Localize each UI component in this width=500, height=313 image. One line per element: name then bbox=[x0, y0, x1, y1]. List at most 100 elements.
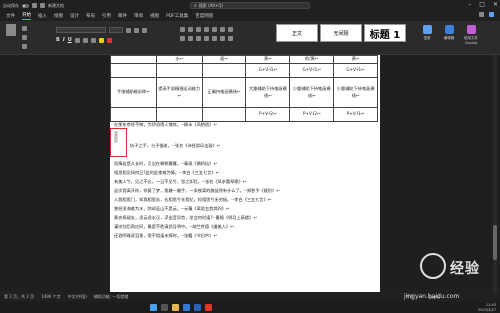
editor-label: 编辑器 bbox=[443, 36, 455, 40]
autosave-toggle[interactable] bbox=[22, 3, 29, 8]
tab-layout[interactable]: 布局 bbox=[86, 13, 95, 19]
strikethrough-icon[interactable] bbox=[74, 37, 80, 43]
paragraph[interactable]: 执子之手，与子偕老。--张名《诗经邶风击鼓》↩ bbox=[130, 143, 220, 149]
highlight-icon[interactable] bbox=[98, 37, 104, 43]
increase-indent-icon[interactable] bbox=[212, 27, 217, 32]
clipboard-group bbox=[6, 24, 16, 36]
change-case-icon[interactable] bbox=[142, 27, 147, 33]
shrink-font-icon[interactable] bbox=[134, 27, 139, 33]
document-page[interactable]: 水↩ 面↩ 黄↩ 的/黄↩ 黄↩ G+V-I1↩ G+V-I1↩ G+V-I1↩… bbox=[110, 55, 380, 292]
watermark-url: jingyan.baidu.com bbox=[404, 293, 460, 300]
accessibility-status[interactable]: 辅助功能: 一切就绪 bbox=[94, 294, 129, 300]
style-no-spacing[interactable]: 无间隔 bbox=[320, 24, 362, 42]
dictate-button[interactable]: 语音 bbox=[420, 25, 434, 45]
file-explorer-icon[interactable] bbox=[172, 304, 179, 311]
align-center-icon[interactable] bbox=[188, 36, 193, 41]
shading-icon[interactable] bbox=[220, 36, 225, 41]
tab-view[interactable]: 视图 bbox=[150, 13, 159, 19]
tab-baidu-netdisk[interactable]: 百度网盘 bbox=[195, 13, 213, 19]
align-left-icon[interactable] bbox=[180, 36, 185, 41]
highlighted-textbox[interactable]: 张苗析 bbox=[110, 128, 127, 157]
format-painter-icon[interactable] bbox=[22, 44, 27, 49]
search-box[interactable]: ⌕ 搜索 (Alt+Q) bbox=[190, 2, 310, 9]
paragraph[interactable]: 凄凉别后两应同，最是不胜清怨月明中。--纳兰性德《虞美人》↩ bbox=[114, 224, 234, 230]
bullets-icon[interactable] bbox=[180, 27, 185, 32]
tab-home[interactable]: 开始 bbox=[22, 12, 31, 20]
paragraph[interactable]: 这次我离开你，你莫了梦，我撇一撇手，一条夜离的路徒然有什么了。--郑愁予《赋别》… bbox=[114, 188, 280, 194]
font-size-select[interactable] bbox=[109, 27, 123, 33]
justify-icon[interactable] bbox=[204, 36, 209, 41]
tab-pdf-tools[interactable]: PDF工具集 bbox=[166, 13, 188, 19]
subscript-icon[interactable] bbox=[82, 37, 88, 43]
style-normal[interactable]: 正文 bbox=[276, 24, 318, 42]
style-heading-1[interactable]: 标题 1 bbox=[364, 24, 406, 42]
page-count[interactable]: 第 2 页，共 2 页 bbox=[4, 294, 34, 300]
sort-icon[interactable] bbox=[220, 27, 225, 32]
paragraph[interactable]: 有美人兮，见之不忘，一日不见兮，思之如狂。--张名《凤求凰琴歌》↩ bbox=[114, 179, 246, 185]
word-count[interactable]: 1496 个字 bbox=[41, 294, 60, 300]
share-icon[interactable] bbox=[489, 12, 494, 17]
editor-icon bbox=[444, 25, 454, 34]
underline-icon[interactable]: U bbox=[68, 37, 72, 43]
numbering-icon[interactable] bbox=[188, 27, 193, 32]
multilevel-list-icon[interactable] bbox=[196, 27, 201, 32]
borders-icon[interactable] bbox=[228, 36, 233, 41]
minimize-button[interactable]: – bbox=[468, 1, 471, 8]
vertical-scrollbar[interactable] bbox=[493, 55, 497, 292]
align-right-icon[interactable] bbox=[196, 36, 201, 41]
edge-icon[interactable] bbox=[183, 304, 190, 311]
undo-icon[interactable] bbox=[40, 3, 45, 8]
show-marks-icon[interactable] bbox=[228, 27, 233, 32]
maximize-button[interactable]: □ bbox=[479, 1, 485, 8]
tab-insert[interactable]: 插入 bbox=[38, 13, 47, 19]
paragraph[interactable]: 还君明珠双泪垂，恨不相逢未嫁时。--张籍《节妇吟》↩ bbox=[114, 233, 217, 239]
tab-mailings[interactable]: 邮件 bbox=[118, 13, 127, 19]
copilot-label: 使用文件 Copilot bbox=[464, 36, 478, 45]
paragraph[interactable]: 曾经沧海难为水，除却巫山不是云。--元稹《离思五首其四》↩ bbox=[114, 206, 229, 212]
comment-icon[interactable] bbox=[479, 12, 484, 17]
save-icon[interactable] bbox=[32, 3, 37, 8]
copilot-button[interactable]: 使用文件 Copilot bbox=[464, 25, 478, 45]
app-icon[interactable] bbox=[205, 304, 212, 311]
paragraph[interactable]: 素衣捣裙去，凌云凌水汉，浮出音异势，坐会何时逢?--曹植《明月上高楼》↩ bbox=[114, 215, 257, 221]
taskbar bbox=[0, 302, 500, 313]
language[interactable]: 中文(中国) bbox=[68, 294, 87, 300]
superscript-icon[interactable] bbox=[90, 37, 96, 43]
scrollbar-thumb[interactable] bbox=[493, 225, 497, 260]
taskbar-search-icon[interactable] bbox=[161, 304, 168, 311]
tab-references[interactable]: 引用 bbox=[102, 13, 111, 19]
copy-icon[interactable] bbox=[22, 35, 27, 40]
editor-button[interactable]: 编辑器 bbox=[442, 25, 456, 45]
font-color-icon[interactable] bbox=[106, 37, 112, 43]
tab-design[interactable]: 设计 bbox=[70, 13, 79, 19]
table-row: G+V-I1↩ G+V-I1↩ G+V-I1↩ bbox=[110, 63, 378, 78]
paragraph[interactable]: 相思相见知何日?此时此夜难为情。--李白《三五七言》↩ bbox=[114, 170, 219, 176]
italic-icon[interactable]: I bbox=[63, 37, 65, 43]
paragraph-group bbox=[180, 27, 233, 45]
document-table: 水↩ 面↩ 黄↩ 的/黄↩ 黄↩ G+V-I1↩ G+V-I1↩ G+V-I1↩… bbox=[110, 55, 378, 122]
paragraph[interactable]: 在那东京终不悔，为伊消得人憔悴。--柳永《凤栖梧》↩ bbox=[114, 122, 217, 128]
paragraph[interactable]: 入我相思门，知我相思苦，长相思兮长相忆，短相思兮无穷极。--李白《三五七言》↩ bbox=[114, 197, 271, 203]
tab-draw[interactable]: 绘图 bbox=[54, 13, 63, 19]
ribbon-tabs: 文件 开始 插入 绘图 设计 布局 引用 邮件 审阅 视图 PDF工具集 百度网… bbox=[0, 11, 500, 21]
start-icon[interactable] bbox=[150, 304, 157, 311]
paste-icon[interactable] bbox=[6, 24, 16, 36]
table-row: P+V-I2↩ P+V-I2↩ P+V-I1↩ bbox=[110, 107, 378, 122]
autosave-label: 自动保存 bbox=[3, 2, 19, 8]
decrease-indent-icon[interactable] bbox=[204, 27, 209, 32]
close-button[interactable]: ✕ bbox=[493, 1, 498, 8]
system-tray[interactable]: 11:43 2023/3/27 bbox=[478, 303, 496, 312]
search-icon: ⌕ bbox=[194, 2, 197, 9]
cut-icon[interactable] bbox=[22, 26, 27, 31]
font-name-select[interactable] bbox=[56, 27, 106, 33]
baidu-paw-logo bbox=[420, 253, 446, 279]
word-icon[interactable] bbox=[194, 304, 201, 311]
styles-gallery: 正文 无间隔 标题 1 bbox=[276, 24, 406, 42]
line-spacing-icon[interactable] bbox=[212, 36, 217, 41]
tab-review[interactable]: 审阅 bbox=[134, 13, 143, 19]
paragraph[interactable]: 而情若是久长时，又岂在朝朝暮暮。--秦观《鹊桥仙》↩ bbox=[114, 161, 217, 167]
bold-icon[interactable]: B bbox=[56, 37, 60, 43]
table-row: 手指辅助能训练↩ 提高手部精细运动能力↩ 正确持笔画横线↩ 大量辅助下持笔画横线… bbox=[110, 77, 378, 108]
grow-font-icon[interactable] bbox=[126, 27, 131, 33]
tab-file[interactable]: 文件 bbox=[6, 13, 15, 19]
